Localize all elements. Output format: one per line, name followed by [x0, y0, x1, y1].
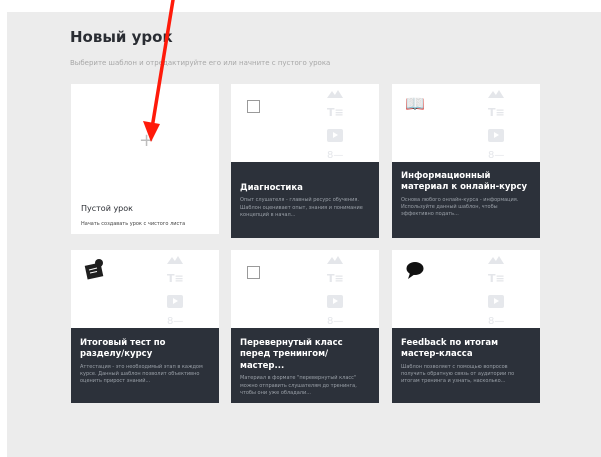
image-placeholder-icon — [488, 256, 504, 264]
empty-lesson-description: Начать создавать урок с чистого листа — [81, 221, 186, 227]
page-subtitle: Выберите шаблон и отредактируйте его или… — [70, 59, 331, 67]
template-card-final-test[interactable]: T≡ 8— Итоговый тест по разделу/курсу Атт… — [71, 250, 219, 403]
page-title: Новый урок — [70, 28, 173, 46]
template-description: Материал в формате "перевернутый класс" … — [240, 375, 357, 396]
list-placeholder-icon: 8— — [327, 316, 344, 327]
template-card-flipped-class[interactable]: T≡ 8— Перевернутый класс перед тренингом… — [231, 250, 379, 403]
text-placeholder-icon: T≡ — [488, 272, 505, 285]
empty-lesson-card[interactable]: + Пустой урок Начать создавать урок с чи… — [71, 84, 219, 234]
certificate-icon — [84, 258, 104, 280]
template-description: Аттестация - это необходимый этап в кажд… — [80, 363, 203, 385]
text-placeholder-icon: T≡ — [167, 272, 184, 285]
image-placeholder-icon — [327, 256, 343, 264]
template-title: Перевернутый класс перед тренингом/масте… — [240, 338, 343, 371]
list-placeholder-icon: 8— — [167, 316, 184, 327]
text-placeholder-icon: T≡ — [327, 106, 344, 119]
video-placeholder-icon — [488, 295, 504, 308]
checkbox-icon — [247, 100, 260, 113]
speech-bubble-icon — [405, 260, 425, 280]
video-placeholder-icon — [327, 295, 343, 308]
list-placeholder-icon: 8— — [488, 150, 505, 161]
video-placeholder-icon — [488, 129, 504, 142]
video-placeholder-icon — [327, 129, 343, 142]
book-icon: 📖 — [405, 94, 425, 113]
image-placeholder-icon — [488, 90, 504, 98]
template-description: Шаблон позволяет с помощью вопросов полу… — [401, 363, 515, 385]
list-placeholder-icon: 8— — [327, 150, 344, 161]
template-title: Диагностика — [240, 183, 303, 193]
template-description: Опыт слушателя - главный ресурс обучения… — [240, 197, 363, 218]
empty-lesson-title: Пустой урок — [81, 204, 133, 213]
plus-icon: + — [139, 130, 155, 151]
text-placeholder-icon: T≡ — [488, 106, 505, 119]
template-info-panel: Информационный материал к онлайн-курсу О… — [392, 162, 540, 238]
list-placeholder-icon: 8— — [488, 316, 505, 327]
image-placeholder-icon — [167, 256, 183, 264]
template-info-panel: Итоговый тест по разделу/курсу Аттестаци… — [71, 328, 219, 403]
template-info-panel: Диагностика Опыт слушателя - главный рес… — [231, 162, 379, 238]
video-placeholder-icon — [167, 295, 183, 308]
template-title: Информационный материал к онлайн-курсу — [401, 171, 528, 193]
template-info-panel: Feedback по итогам мастер-класса Шаблон … — [392, 328, 540, 403]
checkbox-icon — [247, 266, 260, 279]
image-placeholder-icon — [327, 90, 343, 98]
template-info-panel: Перевернутый класс перед тренингом/масте… — [231, 328, 379, 403]
template-title: Итоговый тест по разделу/курсу — [80, 338, 166, 360]
template-title: Feedback по итогам мастер-класса — [401, 338, 499, 360]
template-card-feedback[interactable]: T≡ 8— Feedback по итогам мастер-класса Ш… — [392, 250, 540, 403]
template-card-info-material[interactable]: 📖 T≡ 8— Информационный материал к онлайн… — [392, 84, 540, 238]
template-card-diagnostics[interactable]: T≡ 8— Диагностика Опыт слушателя - главн… — [231, 84, 379, 238]
text-placeholder-icon: T≡ — [327, 272, 344, 285]
template-description: Основа любого онлайн-курса - информация.… — [401, 196, 519, 218]
